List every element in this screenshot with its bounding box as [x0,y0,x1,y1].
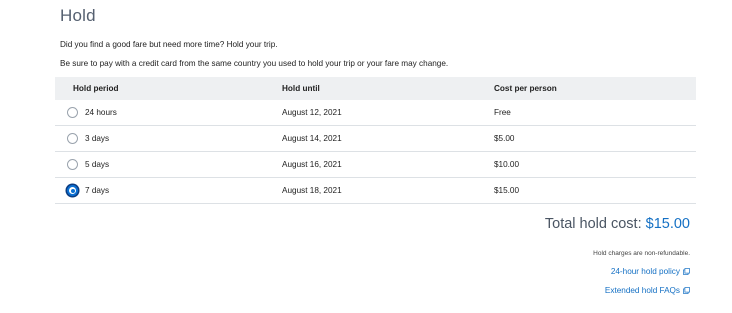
column-header-hold-until: Hold until [282,84,320,93]
hold-faqs-link[interactable]: Extended hold FAQs [605,286,690,295]
hold-period-label: 5 days [85,160,110,169]
table-row[interactable]: 5 days August 16, 2021 $10.00 [55,152,696,178]
hold-option-radio[interactable] [67,107,78,118]
hold-card-warning: Be sure to pay with a credit card from t… [60,59,449,68]
hold-policy-link-label: 24-hour hold policy [610,267,680,276]
table-row[interactable]: 24 hours August 12, 2021 Free [55,100,696,126]
table-header: Hold period Hold until Cost per person [55,77,696,100]
cost-value: $10.00 [494,160,520,169]
table-row[interactable]: 3 days August 14, 2021 $5.00 [55,126,696,152]
total-hold-cost-amount: $15.00 [645,216,690,232]
hold-period-label: 24 hours [85,108,117,117]
hold-until-value: August 12, 2021 [282,108,342,117]
cost-value: $5.00 [494,134,515,143]
cost-value: $15.00 [494,186,520,195]
hold-title: Hold [60,6,96,25]
external-link-icon [683,268,690,275]
hold-until-value: August 16, 2021 [282,160,342,169]
hold-faqs-link-label: Extended hold FAQs [604,286,680,295]
hold-option-radio-selected[interactable] [67,185,78,196]
hold-period-label: 3 days [85,134,110,143]
hold-period-label: 7 days [85,186,110,195]
hold-option-radio[interactable] [67,159,78,170]
table-row[interactable]: 7 days August 18, 2021 $15.00 [55,178,696,204]
hold-intro-text: Did you find a good fare but need more t… [60,40,278,49]
column-header-hold-period: Hold period [73,84,119,93]
hold-options-table: Hold period Hold until Cost per person 2… [55,77,696,204]
total-hold-cost: Total hold cost: $15.00 [545,216,690,232]
hold-until-value: August 18, 2021 [282,186,342,195]
hold-option-radio[interactable] [67,133,78,144]
total-hold-cost-label: Total hold cost: [544,216,642,232]
external-link-icon [683,287,690,294]
hold-until-value: August 14, 2021 [282,134,342,143]
column-header-cost: Cost per person [494,84,557,93]
hold-policy-link[interactable]: 24-hour hold policy [611,267,690,276]
cost-value: Free [494,108,511,117]
refund-note: Hold charges are non-refundable. [593,250,690,257]
